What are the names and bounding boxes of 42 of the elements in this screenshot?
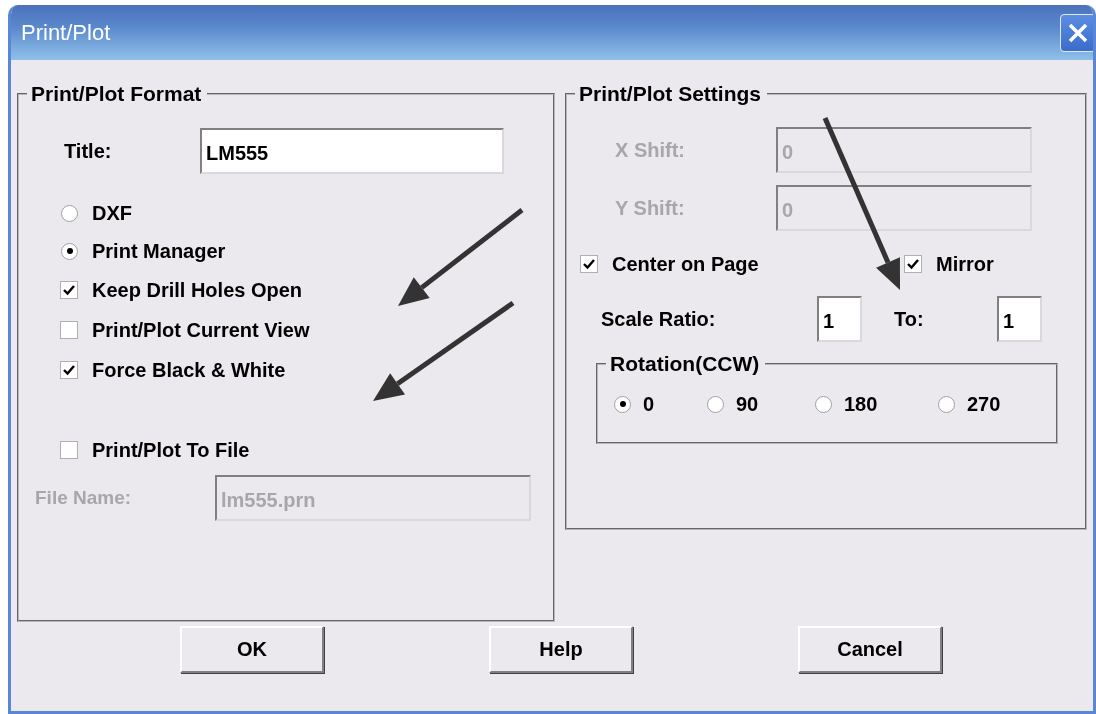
option-label: Print/Plot To File (92, 438, 250, 462)
checkbox[interactable] (60, 281, 78, 299)
checkbox[interactable] (60, 361, 78, 379)
close-button[interactable] (1060, 13, 1093, 52)
option-label: Mirror (936, 252, 994, 276)
option-label: Center on Page (612, 252, 759, 276)
field-label: File Name: (35, 487, 133, 509)
radio-button[interactable] (614, 395, 631, 413)
option-label: 180 (844, 392, 878, 416)
dialog-button[interactable]: Cancel (798, 626, 942, 673)
checkbox[interactable] (904, 255, 922, 273)
field-label: Scale Ratio: (601, 307, 717, 331)
field-label: X Shift: (615, 138, 686, 162)
option-label: 0 (643, 392, 655, 416)
window-title: Print/Plot (21, 19, 111, 46)
scale-ratio-field[interactable]: 1 (817, 296, 862, 342)
field-label: To: (893, 307, 925, 331)
scale-to-field[interactable]: 1 (997, 296, 1042, 342)
option-label: Keep Drill Holes Open (92, 278, 303, 302)
group-title: Rotation(CCW) (609, 352, 761, 376)
radio-button[interactable] (61, 204, 78, 222)
option-label: Print/Plot Current View (92, 318, 310, 342)
radio-button[interactable] (61, 242, 78, 260)
radio-button[interactable] (815, 395, 832, 413)
option-label: Force Black & White (92, 358, 286, 382)
option-label: 90 (736, 392, 759, 416)
field-label: Y Shift: (615, 196, 686, 220)
group-title: Print/Plot Format (30, 82, 203, 106)
dialog-button[interactable]: Help (489, 626, 633, 673)
option-label: 270 (967, 392, 1001, 416)
group-title: Print/Plot Settings (578, 82, 762, 106)
title-field[interactable]: LM555 (200, 128, 504, 174)
option-label: DXF (92, 201, 132, 225)
checkbox[interactable] (60, 321, 78, 339)
radio-button[interactable] (707, 395, 724, 413)
option-label: Print Manager (92, 239, 226, 263)
field-label: Title: (64, 139, 113, 163)
close-icon (1067, 21, 1089, 44)
checkbox[interactable] (60, 441, 78, 459)
radio-button[interactable] (938, 395, 955, 413)
checkbox[interactable] (580, 255, 598, 273)
dialog-button[interactable]: OK (180, 626, 324, 673)
